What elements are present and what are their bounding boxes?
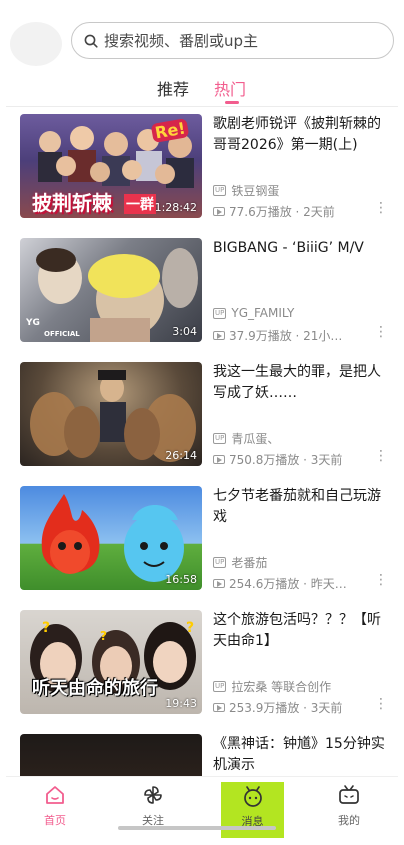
play-count-icon — [213, 579, 225, 588]
tab-hot[interactable]: 热门 — [214, 76, 246, 100]
search-box[interactable] — [71, 22, 394, 59]
video-stats-row: 253.9万播放 · 3天前 — [213, 699, 342, 716]
tv-icon — [339, 785, 359, 804]
more-options-icon[interactable]: ⋮ — [374, 448, 388, 464]
search-icon — [84, 34, 98, 48]
up-badge-icon: UP — [213, 557, 227, 568]
video-uploader[interactable]: 青瓜蛋、 — [231, 430, 279, 447]
svg-text:?: ? — [100, 629, 107, 643]
video-uploader-row: UP 拉宏桑 等联合创作 — [213, 678, 331, 695]
more-options-icon[interactable]: ⋮ — [374, 572, 388, 588]
video-uploader[interactable]: YG_FAMILY — [231, 306, 294, 320]
search-input[interactable] — [104, 31, 364, 50]
video-uploader[interactable]: 老番茄 — [231, 554, 267, 571]
video-duration: 3:04 — [172, 325, 197, 338]
video-card[interactable]: 16:58 七夕节老番茄就和自己玩游戏 UP 老番茄 254.6万播放 · 昨天… — [20, 486, 392, 592]
message-icon — [243, 786, 262, 807]
video-title[interactable]: 《黑神话：钟馗》15分钟实机演示 — [213, 734, 391, 776]
video-stats: 254.6万播放 · 昨天… — [229, 577, 347, 591]
top-bar — [6, 6, 398, 68]
nav-home[interactable]: 首页 — [9, 777, 101, 835]
video-uploader-row: UP YG_FAMILY — [213, 306, 294, 320]
video-stats: 750.8万播放 · 3天前 — [229, 453, 343, 467]
video-stats-row: 37.9万播放 · 21小… — [213, 327, 342, 344]
nav-mine-label: 我的 — [338, 814, 360, 827]
video-duration: 26:14 — [165, 449, 197, 462]
thumbnail-caption: 听天由命的旅行 — [32, 678, 158, 699]
play-count-icon — [213, 207, 225, 216]
video-card[interactable]: ? ? ? 听天由命的旅行 19:43 这个旅游包活吗？？？【听天由命1】 UP… — [20, 610, 392, 716]
video-duration: 16:58 — [165, 573, 197, 586]
feed-tabs: 推荐 热门 — [6, 72, 398, 108]
video-thumbnail: 26:14 — [20, 362, 202, 466]
video-thumbnail: 16:58 — [20, 486, 202, 590]
up-badge-icon: UP — [213, 185, 227, 196]
nav-home-label: 首页 — [44, 814, 66, 827]
divider — [6, 106, 398, 107]
video-title[interactable]: 我这一生最大的罪，是把人写成了妖…… — [213, 362, 391, 404]
video-stats-row: 77.6万播放 · 2天前 — [213, 203, 335, 220]
home-indicator — [118, 826, 276, 830]
play-count-icon — [213, 703, 225, 712]
video-uploader[interactable]: 铁豆钢蛋 — [231, 182, 279, 199]
more-options-icon[interactable]: ⋮ — [374, 200, 388, 216]
app-frame: 推荐 热门 Re! 披荆斩棘 一群 1:28:42 — [6, 6, 398, 839]
pinwheel-icon — [144, 786, 162, 804]
up-badge-icon: UP — [213, 433, 227, 444]
video-uploader-row: UP 老番茄 — [213, 554, 267, 571]
video-card[interactable]: Re! 披荆斩棘 一群 1:28:42 歌剧老师锐评《披荆斩棘的哥哥2026》第… — [20, 114, 392, 220]
up-badge-icon: UP — [213, 307, 227, 319]
video-stats: 253.9万播放 · 3天前 — [229, 701, 343, 715]
video-title[interactable]: 七夕节老番茄就和自己玩游戏 — [213, 486, 391, 528]
video-thumbnail: YG OFFICIAL 3:04 — [20, 238, 202, 342]
home-icon — [46, 786, 64, 804]
svg-text:?: ? — [186, 620, 194, 636]
video-duration: 19:43 — [165, 697, 197, 710]
video-stats: 77.6万播放 · 2天前 — [229, 205, 335, 219]
video-duration: 1:28:42 — [154, 201, 197, 214]
video-title[interactable]: BIGBANG - ‘BiiiG’ M/V — [213, 238, 391, 259]
video-card[interactable]: 26:14 我这一生最大的罪，是把人写成了妖…… UP 青瓜蛋、 750.8万播… — [20, 362, 392, 468]
video-stats-row: 750.8万播放 · 3天前 — [213, 451, 342, 468]
video-thumbnail: ? ? ? 听天由命的旅行 19:43 — [20, 610, 202, 714]
yg-logo: YG — [26, 318, 40, 328]
video-card[interactable]: YG OFFICIAL 3:04 BIGBANG - ‘BiiiG’ M/V U… — [20, 238, 392, 344]
video-thumbnail: Re! 披荆斩棘 一群 1:28:42 — [20, 114, 202, 218]
svg-text:?: ? — [42, 620, 50, 636]
nav-mine[interactable]: 我的 — [303, 777, 395, 835]
tab-recommend[interactable]: 推荐 — [157, 76, 189, 100]
thumbnail-caption: OFFICIAL — [44, 330, 80, 338]
user-avatar[interactable] — [10, 22, 62, 66]
video-uploader[interactable]: 拉宏桑 等联合创作 — [231, 678, 331, 695]
play-count-icon — [213, 331, 225, 340]
up-badge-icon: UP — [213, 681, 227, 692]
video-uploader-row: UP 青瓜蛋、 — [213, 430, 279, 447]
thumbnail-caption: 披荆斩棘 — [32, 191, 112, 215]
active-tab-indicator — [225, 101, 239, 104]
video-stats-row: 254.6万播放 · 昨天… — [213, 575, 347, 592]
thumbnail-caption-2: 一群 — [124, 194, 156, 214]
video-title[interactable]: 歌剧老师锐评《披荆斩棘的哥哥2026》第一期(上) — [213, 114, 391, 156]
play-count-icon — [213, 455, 225, 464]
video-title[interactable]: 这个旅游包活吗？？？【听天由命1】 — [213, 610, 391, 652]
video-stats: 37.9万播放 · 21小… — [229, 329, 343, 343]
video-uploader-row: UP 铁豆钢蛋 — [213, 182, 279, 199]
more-options-icon[interactable]: ⋮ — [374, 696, 388, 712]
more-options-icon[interactable]: ⋮ — [374, 324, 388, 340]
